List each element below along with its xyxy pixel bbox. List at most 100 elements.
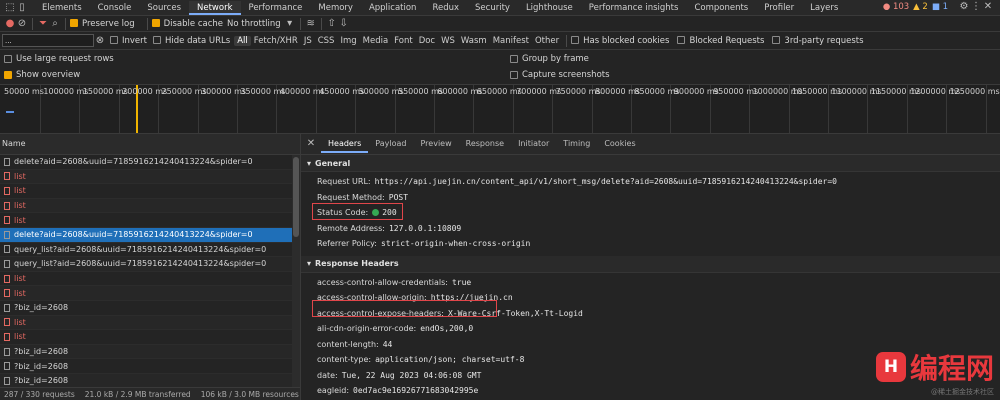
request-list-header[interactable]: Name (0, 134, 300, 155)
import-har-icon[interactable]: ⇧ (326, 18, 338, 30)
details-tab-payload[interactable]: Payload (368, 135, 413, 153)
tab-network[interactable]: Network (189, 0, 241, 15)
request-row[interactable]: ?biz_id=2608 (0, 301, 292, 316)
header-value[interactable]: Tue, 22 Aug 2023 04:06:08 GMT (342, 371, 482, 380)
scrollbar-thumb[interactable] (293, 157, 299, 237)
type-filter-manifest[interactable]: Manifest (490, 36, 532, 46)
capture-screenshots-check[interactable] (510, 70, 518, 79)
tab-performance[interactable]: Performance (241, 1, 311, 15)
disable-cache-checkbox[interactable]: Disable cache (151, 19, 223, 29)
request-row[interactable]: ?biz_id=2608 (0, 373, 292, 387)
tab-components[interactable]: Components (686, 1, 756, 15)
clear-icon[interactable]: ⊘ (16, 18, 28, 30)
warning-badge[interactable]: ▲ 2 (913, 2, 928, 12)
header-value[interactable]: https://api.juejin.cn/content_api/v1/sho… (375, 177, 837, 186)
header-value[interactable]: 44 (383, 340, 393, 349)
request-row[interactable]: list (0, 184, 292, 199)
request-row[interactable]: list (0, 315, 292, 331)
request-row[interactable]: list (0, 286, 292, 301)
type-filter-wasm[interactable]: Wasm (458, 36, 490, 46)
show-overview-check[interactable] (4, 70, 12, 79)
details-tab-preview[interactable]: Preview (414, 135, 459, 153)
header-value[interactable]: true (452, 278, 471, 287)
response-headers-section-header[interactable]: ▾ Response Headers (301, 255, 1000, 273)
inspect-element-icon[interactable]: ⬚ (4, 2, 16, 14)
header-value[interactable]: application/json; charset=utf-8 (375, 355, 524, 364)
type-filter-js[interactable]: JS (301, 36, 315, 46)
tab-elements[interactable]: Elements (34, 1, 90, 15)
disable-cache-check[interactable] (151, 19, 160, 27)
request-row[interactable]: ?biz_id=2608 (0, 344, 292, 360)
capture-screenshots-checkbox[interactable]: Capture screenshots (510, 70, 610, 80)
record-icon[interactable]: ● (4, 18, 16, 30)
request-row[interactable]: query_list?aid=2608&uuid=718591621424041… (0, 257, 292, 272)
close-details-icon[interactable]: ✕ (305, 138, 317, 150)
has-blocked-cookies-check[interactable] (571, 36, 580, 44)
large-rows-checkbox[interactable]: Use large request rows (4, 54, 114, 64)
preserve-log-check[interactable] (70, 19, 78, 27)
details-tab-timing[interactable]: Timing (556, 135, 597, 153)
hide-data-urls-checkbox[interactable]: Hide data URLs (152, 36, 230, 46)
tab-performance-insights[interactable]: Performance insights (581, 1, 687, 15)
request-list-scrollbar[interactable] (292, 155, 300, 387)
more-options-icon[interactable]: ⋮ (970, 1, 982, 13)
request-row[interactable]: query_list?aid=2608&uuid=718591621424041… (0, 243, 292, 258)
header-value[interactable]: 0ed7ac9e16926771683042995e (353, 386, 478, 395)
header-value[interactable]: strict-origin-when-cross-origin (381, 239, 530, 248)
request-row[interactable]: delete?aid=2608&uuid=7185916214240413224… (0, 155, 292, 170)
tab-layers[interactable]: Layers (802, 1, 846, 15)
header-value[interactable]: endOs,200,0 (420, 324, 473, 333)
invert-checkbox[interactable]: Invert (110, 36, 147, 46)
preserve-log-checkbox[interactable]: Preserve log (70, 19, 135, 29)
third-party-checkbox[interactable]: 3rd-party requests (772, 36, 864, 46)
request-row[interactable]: list (0, 213, 292, 228)
tab-security[interactable]: Security (467, 1, 518, 15)
general-section-header[interactable]: ▾ General (301, 155, 1000, 172)
blocked-requests-checkbox[interactable]: Blocked Requests (677, 36, 764, 46)
type-filter-all[interactable]: All (234, 35, 251, 46)
type-filter-other[interactable]: Other (532, 36, 562, 46)
type-filter-ws[interactable]: WS (438, 36, 458, 46)
type-filter-css[interactable]: CSS (315, 36, 338, 46)
tab-application[interactable]: Application (361, 1, 425, 15)
clear-filter-icon[interactable]: ⊗ (94, 35, 106, 47)
details-tab-headers[interactable]: Headers (321, 135, 369, 153)
group-by-frame-checkbox[interactable]: Group by frame (510, 54, 589, 64)
details-tab-cookies[interactable]: Cookies (597, 135, 642, 153)
device-toolbar-icon[interactable]: ▯ (16, 2, 28, 14)
search-icon[interactable]: ⌕ (49, 18, 61, 30)
blocked-requests-check[interactable] (677, 36, 686, 44)
request-row[interactable]: list (0, 272, 292, 287)
tab-sources[interactable]: Sources (139, 1, 189, 15)
invert-check[interactable] (110, 36, 118, 44)
filter-icon[interactable]: ⏷ (37, 18, 49, 30)
throttling-select[interactable]: No throttling (227, 19, 281, 29)
details-tab-initiator[interactable]: Initiator (511, 135, 556, 153)
type-filter-media[interactable]: Media (360, 36, 392, 46)
close-icon[interactable]: ✕ (982, 1, 994, 13)
settings-icon[interactable]: ⚙ (958, 1, 970, 13)
tab-console[interactable]: Console (90, 1, 140, 15)
has-blocked-cookies-checkbox[interactable]: Has blocked cookies (571, 36, 669, 46)
tab-profiler[interactable]: Profiler (756, 1, 802, 15)
chevron-down-icon[interactable]: ▾ (284, 18, 296, 30)
request-row[interactable]: list (0, 169, 292, 185)
details-tab-response[interactable]: Response (459, 135, 511, 153)
request-row[interactable]: list (0, 198, 292, 214)
type-filter-font[interactable]: Font (391, 36, 416, 46)
request-row[interactable]: list (0, 330, 292, 345)
group-by-frame-check[interactable] (510, 54, 518, 63)
export-har-icon[interactable]: ⇩ (338, 18, 350, 30)
tab-lighthouse[interactable]: Lighthouse (518, 1, 581, 15)
tab-redux[interactable]: Redux (424, 1, 467, 15)
message-badge[interactable]: ■ 1 (932, 2, 948, 12)
network-conditions-icon[interactable]: ≋ (305, 18, 317, 30)
header-value[interactable]: 127.0.0.1:10809 (389, 224, 461, 233)
type-filter-doc[interactable]: Doc (416, 36, 438, 46)
request-row[interactable]: ?biz_id=2608 (0, 359, 292, 374)
name-column-header[interactable]: Name (2, 139, 26, 148)
type-filter-fetch-xhr[interactable]: Fetch/XHR (251, 36, 301, 46)
third-party-check[interactable] (772, 36, 781, 44)
type-filter-img[interactable]: Img (337, 36, 359, 46)
error-badge[interactable]: ● 103 (883, 2, 909, 12)
